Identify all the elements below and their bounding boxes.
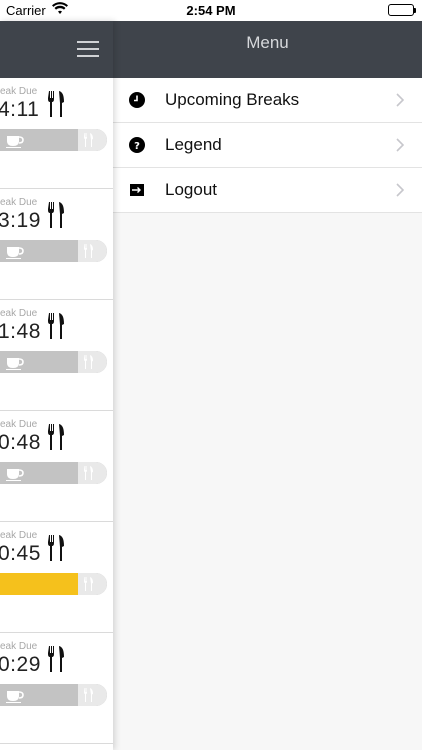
- battery-icon: [388, 4, 416, 16]
- menu-item-label: Legend: [165, 135, 222, 154]
- break-card[interactable]: eak Due 1:48: [0, 300, 113, 411]
- break-card[interactable]: eak Due 4:11: [0, 78, 113, 189]
- clock-time: 2:54 PM: [186, 3, 236, 18]
- break-due-time: 0:45: [0, 542, 41, 565]
- fork-knife-icon: [83, 576, 95, 592]
- break-due-label: eak Due: [0, 419, 38, 430]
- fork-knife-icon: [83, 354, 95, 370]
- break-card[interactable]: eak Due 3:19: [0, 189, 113, 300]
- fork-knife-icon: [46, 312, 68, 340]
- break-progress-bar: [0, 351, 107, 373]
- fork-knife-icon: [46, 645, 68, 673]
- break-due-time: 4:11: [0, 98, 40, 121]
- hamburger-menu-icon[interactable]: [77, 41, 99, 57]
- coffee-cup-icon: [6, 243, 24, 259]
- fork-knife-icon: [83, 132, 95, 148]
- menu-item-label: Logout: [165, 180, 217, 199]
- fork-knife-icon: [46, 534, 68, 562]
- side-menu: Menu Upcoming Breaks ? Legend Logout: [113, 21, 422, 750]
- coffee-cup-icon: [6, 132, 24, 148]
- fork-knife-icon: [46, 201, 68, 229]
- menu-header: Menu: [113, 21, 422, 78]
- break-progress-bar: [0, 573, 107, 595]
- question-icon: ?: [129, 137, 145, 153]
- fork-knife-icon: [46, 90, 68, 118]
- break-progress-bar: [0, 129, 107, 151]
- chevron-right-icon: [396, 93, 405, 107]
- menu-item-upcoming-breaks[interactable]: Upcoming Breaks: [113, 78, 422, 123]
- fork-knife-icon: [83, 243, 95, 259]
- coffee-cup-icon: [6, 687, 24, 703]
- break-due-label: eak Due: [0, 197, 38, 208]
- coffee-cup-icon: [6, 465, 24, 481]
- status-bar: Carrier 2:54 PM: [0, 0, 422, 21]
- svg-text:?: ?: [134, 141, 140, 152]
- break-due-time: 3:19: [0, 209, 41, 232]
- break-due-time: 0:48: [0, 431, 41, 454]
- fork-knife-icon: [83, 687, 95, 703]
- menu-list: Upcoming Breaks ? Legend Logout: [113, 78, 422, 213]
- coffee-cup-icon: [6, 354, 24, 370]
- break-due-time: 1:48: [0, 320, 41, 343]
- logout-icon: [129, 182, 145, 198]
- break-card[interactable]: eak Due 0:29: [0, 633, 113, 744]
- break-list-panel: eak Due 4:11 eak Due 3:19 eak Due 1:48 eak Due…: [0, 21, 113, 750]
- break-due-label: eak Due: [0, 530, 38, 541]
- menu-title: Menu: [246, 33, 289, 52]
- break-card[interactable]: eak Due 0:48: [0, 411, 113, 522]
- list-header: [0, 21, 113, 78]
- break-due-label: eak Due: [0, 86, 38, 97]
- break-due-time: 0:29: [0, 653, 41, 676]
- break-due-label: eak Due: [0, 308, 38, 319]
- break-due-label: eak Due: [0, 641, 38, 652]
- fork-knife-icon: [46, 423, 68, 451]
- menu-item-label: Upcoming Breaks: [165, 90, 300, 109]
- break-progress-bar: [0, 240, 107, 262]
- menu-item-logout[interactable]: Logout: [113, 168, 422, 213]
- clock-icon: [129, 92, 145, 108]
- chevron-right-icon: [396, 138, 405, 152]
- break-card[interactable]: eak Due 0:45: [0, 522, 113, 633]
- break-progress-bar: [0, 684, 107, 706]
- break-progress-bar: [0, 462, 107, 484]
- progress-fill: [0, 573, 79, 595]
- fork-knife-icon: [83, 465, 95, 481]
- menu-item-legend[interactable]: ? Legend: [113, 123, 422, 168]
- chevron-right-icon: [396, 183, 405, 197]
